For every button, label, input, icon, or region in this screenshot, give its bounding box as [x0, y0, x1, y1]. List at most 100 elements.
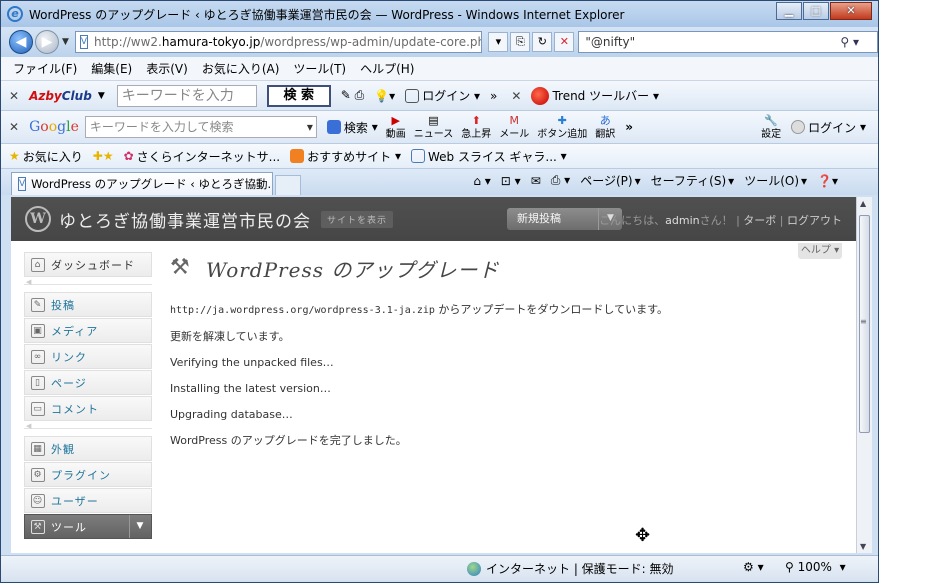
forward-button[interactable]: ▶ — [34, 30, 59, 54]
maximize-button[interactable]: □ — [803, 2, 829, 20]
globe-icon — [467, 561, 481, 576]
google-tool-trending[interactable]: ⬆ 急上昇 — [461, 115, 491, 140]
google-tool-video[interactable]: ▶ 動画 — [386, 115, 406, 140]
menu-help[interactable]: ヘルプ(H) — [360, 60, 414, 77]
google-tool-news[interactable]: ▤ ニュース — [414, 115, 454, 140]
add-favorite-icon[interactable]: ✚★ — [93, 149, 114, 163]
google-tool-translate[interactable]: あ翻訳 — [595, 115, 615, 140]
visit-site-button[interactable]: サイトを表示 — [321, 210, 394, 228]
status-bar: インターネット | 保護モード: 無効 ⚙ ▾ ⚲ 100% ▾ — [1, 555, 878, 581]
help-icon[interactable]: ❓▾ — [817, 174, 838, 188]
azby-search-button[interactable]: 検 索 — [266, 84, 331, 107]
google-tool-mail[interactable]: M メール — [499, 115, 529, 140]
tools-heading-icon: ⚒ — [170, 255, 190, 280]
sidebar-item-plugins[interactable]: ⚙ プラグイン — [24, 462, 152, 487]
minimize-button[interactable]: ▁ — [776, 2, 802, 20]
menu-edit[interactable]: 編集(E) — [91, 60, 132, 77]
scroll-up-icon[interactable]: ▲ — [860, 199, 866, 208]
media-icon: ▣ — [31, 323, 45, 338]
azby-more[interactable]: » — [490, 89, 497, 103]
azby-keyword-input[interactable]: キーワードを入力 — [116, 84, 257, 107]
favorites-button[interactable]: ★ お気に入り — [9, 148, 83, 165]
status-unpacking: 更新を解凍しています。 — [170, 330, 290, 343]
search-input[interactable]: "@nifty" ⚲ ▾ — [578, 31, 878, 53]
trend-toolbar-button[interactable]: Trend ツールバー ▾ — [531, 86, 659, 105]
security-zone[interactable]: インターネット | 保護モード: 無効 — [467, 560, 674, 577]
favorites-bar: ★ お気に入り ✚★ ✿ さくらインターネットサ... おすすめサイト ▾ Web … — [1, 144, 878, 169]
status-installing: Installing the latest version… — [170, 382, 331, 395]
sidebar-item-media[interactable]: ▣ メディア — [24, 318, 152, 343]
stop-icon[interactable]: ✕ — [554, 32, 575, 52]
google-close-icon[interactable]: ✕ — [9, 120, 19, 134]
title-bar: e WordPress のアップグレード ‹ ゆとろぎ協働事業運営市民の会 — … — [1, 1, 878, 27]
logout-link[interactable]: ログアウト — [787, 214, 842, 227]
sidebar-item-tools[interactable]: ⚒ ツール ▼ — [24, 514, 152, 539]
pencil-icon[interactable]: ✎ ⎙ — [341, 88, 364, 103]
google-logo[interactable]: Google — [29, 119, 79, 135]
wordpress-logo-icon[interactable]: W — [25, 206, 51, 232]
menu-tools[interactable]: ツール(T) — [293, 60, 346, 77]
menu-view[interactable]: 表示(V) — [146, 60, 188, 77]
sidebar-item-links[interactable]: ∞ リンク — [24, 344, 152, 369]
scroll-down-icon[interactable]: ▼ — [860, 542, 866, 551]
google-search-icon — [326, 120, 341, 134]
main-content: ⚒ WordPress のアップグレード http://ja.wordpress… — [170, 252, 830, 459]
google-more[interactable]: » — [625, 120, 633, 134]
webslice-icon — [410, 149, 425, 163]
address-bar[interactable]: V http://ww2. hamura-tokyo.jp/wordpress/w… — [74, 31, 483, 53]
scroll-grip-icon: ≡ — [860, 317, 867, 326]
site-name[interactable]: ゆとろぎ協働事業運営市民の会 — [59, 207, 311, 232]
azby-logo[interactable]: AzbyClub — [29, 89, 92, 103]
link-icon: ∞ — [31, 349, 45, 364]
toolbar-close-icon[interactable]: ✕ — [9, 89, 19, 103]
tools-icon: ⚒ — [31, 519, 45, 534]
menu-favorites[interactable]: お気に入り(A) — [202, 60, 280, 77]
cmd-page[interactable]: ページ(P) — [580, 172, 632, 189]
google-tool-add-button[interactable]: ✚ ボタン追加 — [537, 115, 587, 140]
tab-wordpress-upgrade[interactable]: V WordPress のアップグレード ‹ ゆとろぎ協動... — [11, 172, 273, 195]
comment-icon: ▭ — [31, 401, 45, 416]
username-link[interactable]: admin — [665, 214, 699, 227]
google-settings-button[interactable]: 🔧 設定 — [761, 115, 781, 140]
sidebar-item-users[interactable]: ☺ ユーザー — [24, 488, 152, 513]
turbo-link[interactable]: ターボ — [743, 214, 776, 227]
dashboard-icon: ⌂ — [31, 257, 45, 272]
azby-login-button[interactable]: ログイン ▾ — [405, 87, 480, 104]
favicon-icon: V — [79, 35, 89, 49]
new-tab-button[interactable] — [275, 175, 301, 195]
zoom-level[interactable]: ⚲ 100% ▾ — [785, 560, 846, 574]
read-mail-icon[interactable]: ✉ — [531, 174, 541, 188]
close-button[interactable]: ✕ — [830, 2, 872, 20]
menu-file[interactable]: ファイル(F) — [13, 60, 77, 77]
azby-dropdown-icon[interactable]: ▼ — [98, 91, 105, 101]
cmd-safety[interactable]: セーフティ(S) — [651, 172, 727, 189]
refresh-icon[interactable]: ↻ — [532, 32, 553, 52]
compat-view-icon[interactable]: ⎘ — [510, 32, 531, 52]
back-button[interactable]: ◀ — [9, 30, 33, 54]
cmd-tools[interactable]: ツール(O) — [744, 172, 799, 189]
bulb-icon[interactable]: 💡▾ — [374, 89, 395, 103]
fav-item-recommended[interactable]: おすすめサイト ▾ — [290, 148, 401, 165]
feeds-icon[interactable]: ⊡ ▾ — [501, 174, 521, 188]
trending-icon: ⬆ — [471, 113, 481, 127]
sidebar-item-dashboard[interactable]: ⌂ ダッシュボード — [24, 252, 152, 277]
sidebar-item-posts[interactable]: ✎ 投稿 — [24, 292, 152, 317]
google-search-button[interactable]: 検索 ▾ — [326, 119, 378, 136]
submenu-toggle-icon[interactable]: ▼ — [129, 515, 151, 538]
sidebar-item-pages[interactable]: ▯ ページ — [24, 370, 152, 395]
trend-close-icon[interactable]: ✕ — [511, 89, 521, 103]
sidebar-item-comments[interactable]: ▭ コメント — [24, 396, 152, 421]
home-icon[interactable]: ⌂ ▾ — [473, 174, 490, 188]
google-login-button[interactable]: ログイン ▾ — [791, 119, 866, 136]
vertical-scrollbar[interactable]: ▲ ≡ ▼ — [856, 197, 872, 553]
download-url: http://ja.wordpress.org/wordpress-3.1-ja… — [170, 305, 435, 316]
history-dropdown-icon[interactable]: ▼ — [62, 37, 69, 47]
print-icon[interactable]: ⎙ ▾ — [551, 173, 570, 188]
fav-item-sakura[interactable]: ✿ さくらインターネットサ... — [124, 148, 281, 165]
search-icon[interactable]: ⚲ ▾ — [840, 35, 859, 49]
status-tools-icon[interactable]: ⚙ ▾ — [743, 560, 764, 574]
fav-item-webslice[interactable]: Web スライス ギャラ... ▾ — [410, 148, 567, 165]
sidebar-item-appearance[interactable]: ▦ 外観 — [24, 436, 152, 461]
google-keyword-input[interactable]: キーワードを入力して検索 — [84, 116, 317, 138]
address-dropdown-icon[interactable]: ▾ — [488, 32, 509, 52]
